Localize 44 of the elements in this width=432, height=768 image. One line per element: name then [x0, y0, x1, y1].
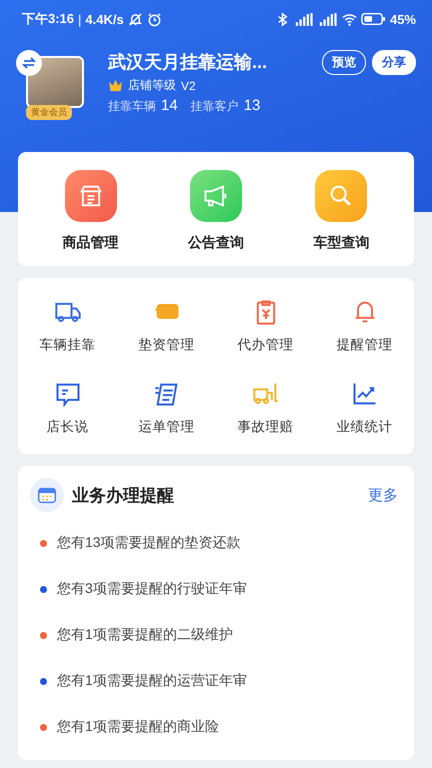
stat-label: 挂靠客户: [190, 98, 239, 115]
mute-bell-icon: [128, 12, 143, 26]
calendar-icon: [30, 478, 64, 512]
tool-item[interactable]: 车辆挂靠: [18, 298, 117, 354]
tool-item[interactable]: 垫资管理: [117, 298, 216, 354]
signal-icon: [318, 12, 338, 26]
tool-item[interactable]: 运单管理: [117, 380, 216, 436]
quick-action[interactable]: 公告查询: [188, 170, 244, 252]
switch-icon[interactable]: [16, 50, 42, 76]
crown-icon: [108, 79, 123, 92]
tool-item[interactable]: 业绩统计: [315, 380, 414, 436]
store-name: 武汉天月挂靠运输...: [108, 51, 268, 74]
megaphone-icon: [190, 170, 242, 222]
section-title: 业务办理提醒: [72, 484, 174, 506]
wifi-icon: [342, 12, 357, 26]
tool-item[interactable]: 店长说: [18, 380, 117, 436]
member-badge: 黄金会员: [26, 105, 72, 120]
reminder-text[interactable]: 您有1项需要提醒的商业险: [57, 718, 219, 736]
tool-item[interactable]: 事故理赔: [216, 380, 315, 436]
signal-icon: [294, 12, 314, 26]
quick-action[interactable]: 车型查询: [313, 170, 370, 252]
battery-percent: 45%: [390, 12, 416, 26]
level-value: V2: [181, 78, 196, 92]
quick-action[interactable]: 商品管理: [62, 170, 119, 252]
reminder-text[interactable]: 您有1项需要提醒的二级维护: [57, 626, 233, 644]
preview-button[interactable]: 预览: [322, 50, 366, 75]
tool-item[interactable]: 提醒管理: [315, 298, 414, 354]
network-speed: 4.4K/s: [85, 12, 124, 26]
share-button[interactable]: 分享: [372, 50, 416, 75]
reminder-text[interactable]: 您有3项需要提醒的行驶证年审: [57, 580, 247, 598]
battery-icon: [360, 12, 386, 26]
status-separator: |: [78, 12, 82, 26]
stat-value: 14: [161, 97, 178, 114]
reminder-text[interactable]: 您有1项需要提醒的运营证年审: [57, 672, 247, 690]
stat-label: 挂靠车辆: [108, 98, 156, 115]
alarm-icon: [146, 12, 162, 26]
level-label: 店铺等级: [128, 77, 176, 94]
shop-icon: [64, 170, 117, 222]
more-link[interactable]: 更多: [368, 486, 398, 504]
reminder-text[interactable]: 您有13项需要提醒的垫资还款: [57, 534, 241, 552]
stat-value: 13: [244, 97, 260, 114]
search-icon: [315, 170, 368, 222]
status-time: 下午3:16: [22, 10, 74, 28]
tool-item[interactable]: 代办管理: [216, 298, 315, 354]
